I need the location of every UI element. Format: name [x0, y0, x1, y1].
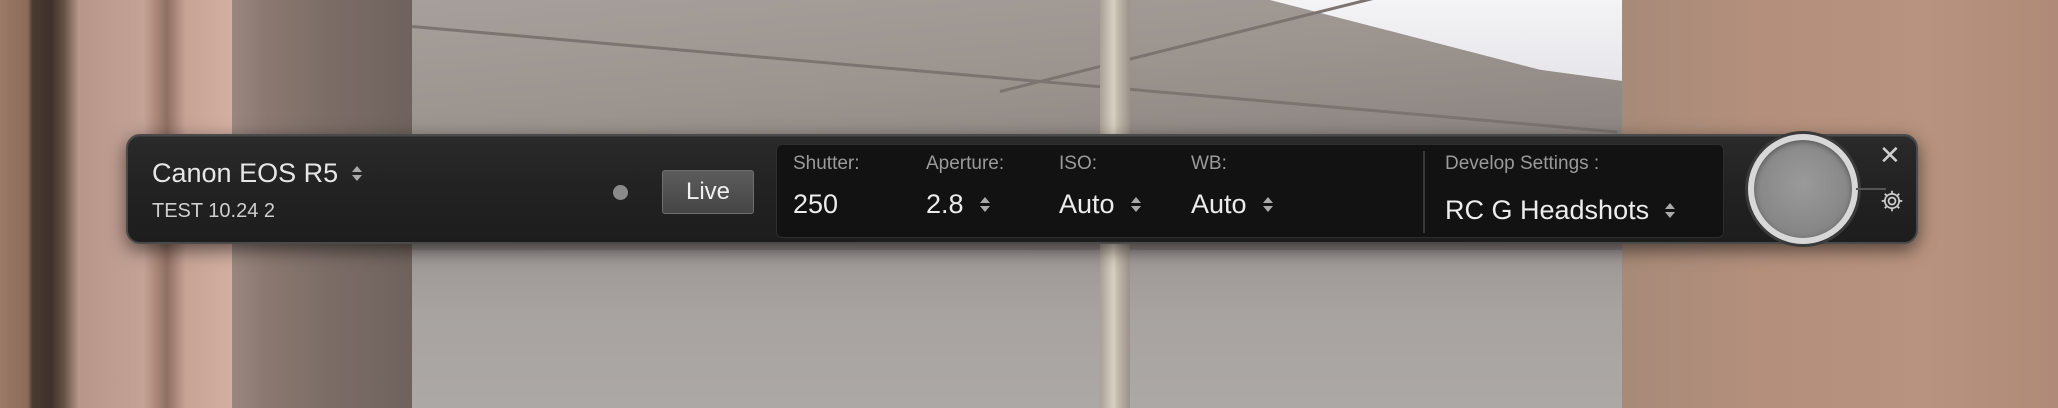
iso-select[interactable]: Auto	[1059, 189, 1143, 220]
iso-value-text: Auto	[1059, 189, 1115, 219]
wb-select[interactable]: Auto	[1191, 189, 1275, 220]
updown-arrows-icon	[1261, 197, 1275, 212]
iso-label: ISO:	[1059, 153, 1098, 174]
camera-settings-panel: Shutter: 250 Aperture: 2.8 ISO: Auto WB:…	[776, 144, 1724, 238]
background-wall	[412, 250, 1622, 408]
capture-shutter-button[interactable]	[1748, 134, 1858, 244]
develop-settings-field[interactable]: Develop Settings : RC G Headshots	[1445, 153, 1677, 226]
shutter-value-text: 250	[793, 189, 839, 219]
updown-arrows-icon	[978, 197, 992, 212]
updown-arrows-icon	[1663, 203, 1677, 218]
wb-label: WB:	[1191, 153, 1227, 174]
tether-capture-bar: Canon EOS R5 TEST 10.24 2 Live Shutter: …	[126, 134, 1918, 244]
shutter-field: Shutter: 250	[793, 153, 860, 220]
updown-arrows-icon	[350, 166, 364, 181]
aperture-select[interactable]: 2.8	[926, 189, 1004, 220]
live-view-button[interactable]: Live	[662, 170, 754, 214]
aperture-label: Aperture:	[926, 153, 1005, 174]
gear-icon[interactable]	[1879, 188, 1905, 214]
develop-settings-label: Develop Settings :	[1445, 153, 1600, 174]
session-name: TEST 10.24 2	[152, 200, 276, 222]
panel-divider	[1423, 151, 1425, 233]
close-icon[interactable]: ✕	[1879, 142, 1901, 168]
develop-settings-value-text: RC G Headshots	[1445, 195, 1650, 225]
live-status-indicator	[613, 185, 628, 200]
camera-selector[interactable]: Canon EOS R5	[152, 158, 364, 189]
wb-field[interactable]: WB: Auto	[1191, 153, 1275, 220]
camera-name-label: Canon EOS R5	[152, 158, 339, 188]
aperture-value-text: 2.8	[926, 189, 964, 219]
wb-value-text: Auto	[1191, 189, 1247, 219]
shutter-label: Shutter:	[793, 153, 860, 174]
iso-field[interactable]: ISO: Auto	[1059, 153, 1143, 220]
shutter-value: 250	[793, 189, 860, 220]
aperture-field[interactable]: Aperture: 2.8	[926, 153, 1004, 220]
updown-arrows-icon	[1129, 197, 1143, 212]
develop-settings-select[interactable]: RC G Headshots	[1445, 195, 1677, 226]
